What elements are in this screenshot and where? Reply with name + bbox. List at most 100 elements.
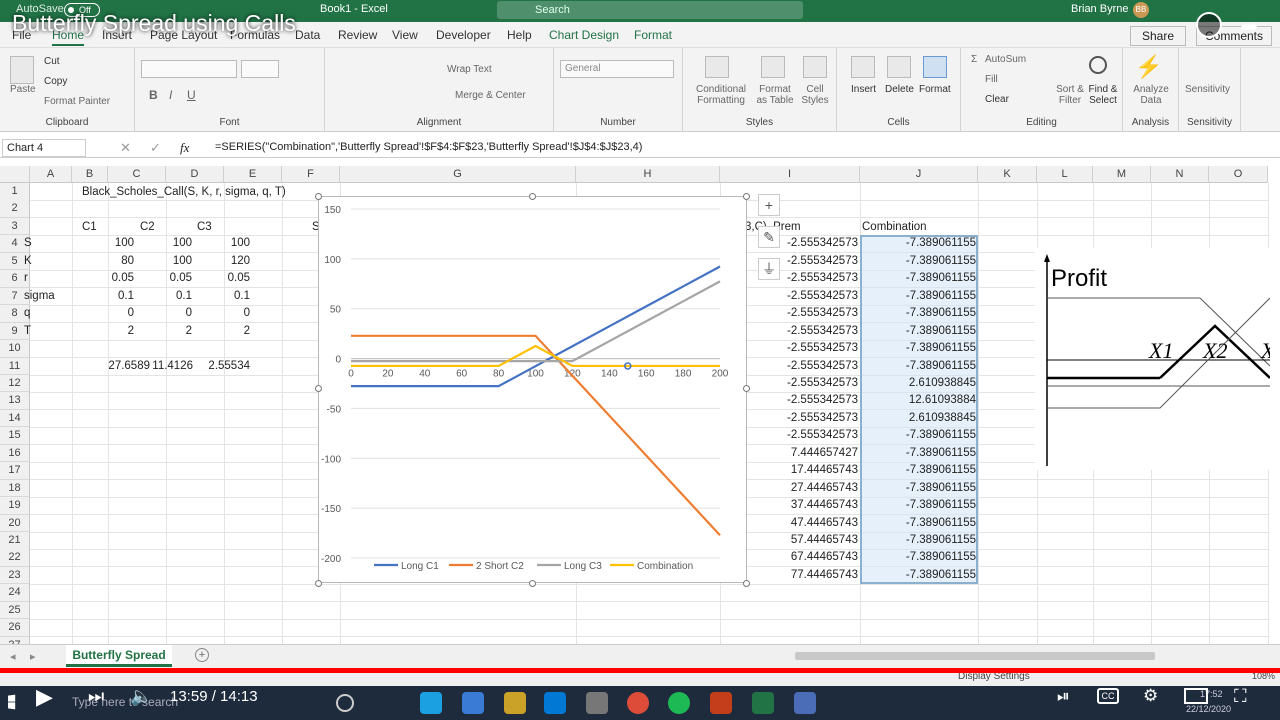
- files-icon[interactable]: [504, 692, 526, 714]
- fill-button[interactable]: Fill: [985, 74, 998, 85]
- row-header-13[interactable]: 13: [0, 392, 30, 410]
- cell-c4[interactable]: 100: [132, 235, 192, 252]
- cell-a8[interactable]: q: [24, 305, 30, 322]
- name-box[interactable]: Chart 4: [2, 139, 86, 157]
- play-icon[interactable]: ▶: [36, 684, 53, 710]
- cell-i19[interactable]: 37.44465743: [756, 497, 858, 514]
- cell-j16[interactable]: -7.389061155: [862, 445, 976, 462]
- autosum-icon[interactable]: Σ: [971, 54, 977, 65]
- row-header-21[interactable]: 21: [0, 532, 30, 550]
- format-table-icon[interactable]: [761, 56, 785, 78]
- next-video-icon[interactable]: ⏭: [88, 686, 104, 707]
- cell-b3[interactable]: C1: [82, 219, 97, 236]
- resize-handle[interactable]: [315, 580, 322, 587]
- cell-j9[interactable]: -7.389061155: [862, 323, 976, 340]
- column-header-g[interactable]: G: [340, 166, 576, 183]
- cell-d3[interactable]: C3: [197, 219, 212, 236]
- cell-i11[interactable]: -2.555342573: [756, 358, 858, 375]
- cell-i13[interactable]: -2.555342573: [756, 392, 858, 409]
- sensitivity-button[interactable]: Sensitivity: [1185, 84, 1230, 95]
- column-header-n[interactable]: N: [1151, 166, 1209, 183]
- share-button[interactable]: Share: [1130, 26, 1186, 46]
- cell-i20[interactable]: 47.44465743: [756, 515, 858, 532]
- column-header-b[interactable]: B: [72, 166, 108, 183]
- avatar[interactable]: BB: [1133, 2, 1149, 18]
- cell-j4[interactable]: -7.389061155: [862, 235, 976, 252]
- row-header-10[interactable]: 10: [0, 340, 30, 358]
- merge-center-button[interactable]: Merge & Center: [455, 90, 526, 101]
- cell-c5[interactable]: 100: [132, 253, 192, 270]
- column-header-i[interactable]: I: [720, 166, 860, 183]
- cell-j3[interactable]: Combination: [862, 219, 927, 236]
- column-header-m[interactable]: M: [1093, 166, 1151, 183]
- enter-icon[interactable]: ✓: [150, 140, 161, 156]
- cell-a9[interactable]: T: [24, 323, 31, 340]
- cell-i21[interactable]: 57.44465743: [756, 532, 858, 549]
- sheet-tab-butterfly-spread[interactable]: Butterfly Spread: [66, 645, 172, 667]
- cell-i14[interactable]: -2.555342573: [756, 410, 858, 427]
- row-header-1[interactable]: 1: [0, 183, 30, 201]
- spotify-icon[interactable]: [668, 692, 690, 714]
- chart[interactable]: 150 100 50 0 -50 -100 -150 -200 0 20 40 60 80 100 120 1…: [318, 196, 747, 583]
- cell-j15[interactable]: -7.389061155: [862, 427, 976, 444]
- analyze-data-button[interactable]: Analyze Data: [1129, 84, 1173, 106]
- paste-icon[interactable]: [10, 56, 34, 84]
- series-line-combination[interactable]: [351, 344, 720, 368]
- column-header-h[interactable]: H: [576, 166, 720, 183]
- chrome-icon[interactable]: [627, 692, 649, 714]
- cell-i16[interactable]: 7.444657427: [756, 445, 858, 462]
- cell-b8[interactable]: 0: [74, 305, 134, 322]
- formula-input[interactable]: =SERIES("Combination",'Butterfly Spread'…: [215, 141, 642, 153]
- cell-j11[interactable]: -7.389061155: [862, 358, 976, 375]
- cell-j6[interactable]: -7.389061155: [862, 270, 976, 287]
- resize-handle[interactable]: [315, 193, 322, 200]
- cell-b5[interactable]: 80: [74, 253, 134, 270]
- column-header-f[interactable]: F: [282, 166, 340, 183]
- cell-b6[interactable]: 0.05: [74, 270, 134, 287]
- cell-j10[interactable]: -7.389061155: [862, 340, 976, 357]
- row-header-23[interactable]: 23: [0, 566, 30, 585]
- cell-d9[interactable]: 2: [190, 323, 250, 340]
- menu-format[interactable]: Format: [634, 28, 672, 42]
- menu-developer[interactable]: Developer: [436, 28, 491, 42]
- clear-button[interactable]: Clear: [985, 94, 1009, 105]
- find-select-button[interactable]: Find & Select: [1085, 84, 1121, 106]
- series-line-long-c3[interactable]: [351, 280, 721, 363]
- cell-i22[interactable]: 67.44465743: [756, 549, 858, 566]
- prev-sheet-icon[interactable]: ◂: [10, 650, 16, 663]
- edge-icon[interactable]: [420, 692, 442, 714]
- row-header-11[interactable]: 11: [0, 357, 30, 375]
- resize-handle[interactable]: [743, 193, 750, 200]
- column-header-l[interactable]: L: [1037, 166, 1093, 183]
- menu-data[interactable]: Data: [295, 28, 320, 42]
- menu-chart-design[interactable]: Chart Design: [549, 28, 619, 42]
- wrap-text-button[interactable]: Wrap Text: [447, 64, 492, 75]
- cancel-icon[interactable]: ✕: [120, 140, 131, 156]
- format-button[interactable]: Format: [919, 84, 951, 95]
- horizontal-scrollbar[interactable]: [795, 652, 1155, 660]
- cell-d6[interactable]: 0.05: [190, 270, 250, 287]
- cell-j14[interactable]: 2.610938845: [862, 410, 976, 427]
- zoom-app-icon[interactable]: [794, 692, 816, 714]
- chart-styles-brush-icon[interactable]: ✎: [758, 226, 780, 248]
- video-title[interactable]: Butterfly Spread using Calls: [12, 10, 296, 37]
- row-header-25[interactable]: 25: [0, 601, 30, 620]
- row-header-22[interactable]: 22: [0, 549, 30, 567]
- mail-icon[interactable]: [544, 692, 566, 714]
- cell-a5[interactable]: K: [24, 253, 32, 270]
- column-header-j[interactable]: J: [860, 166, 978, 183]
- cell-b7[interactable]: 0.1: [74, 288, 134, 305]
- menu-help[interactable]: Help: [507, 28, 532, 42]
- row-header-17[interactable]: 17: [0, 462, 30, 480]
- paste-button[interactable]: Paste: [10, 84, 36, 95]
- cell-a6[interactable]: r: [24, 270, 28, 287]
- row-header-24[interactable]: 24: [0, 584, 30, 602]
- video-progress-bar[interactable]: [0, 668, 1280, 673]
- conditional-formatting-button[interactable]: Conditional Formatting: [691, 84, 751, 106]
- cell-c9[interactable]: 2: [132, 323, 192, 340]
- cell-b9[interactable]: 2: [74, 323, 134, 340]
- share-arrow-icon[interactable]: ➦: [1240, 14, 1258, 40]
- cell-d7[interactable]: 0.1: [190, 288, 250, 305]
- column-header-e[interactable]: E: [224, 166, 282, 183]
- row-header-3[interactable]: 3: [0, 217, 30, 236]
